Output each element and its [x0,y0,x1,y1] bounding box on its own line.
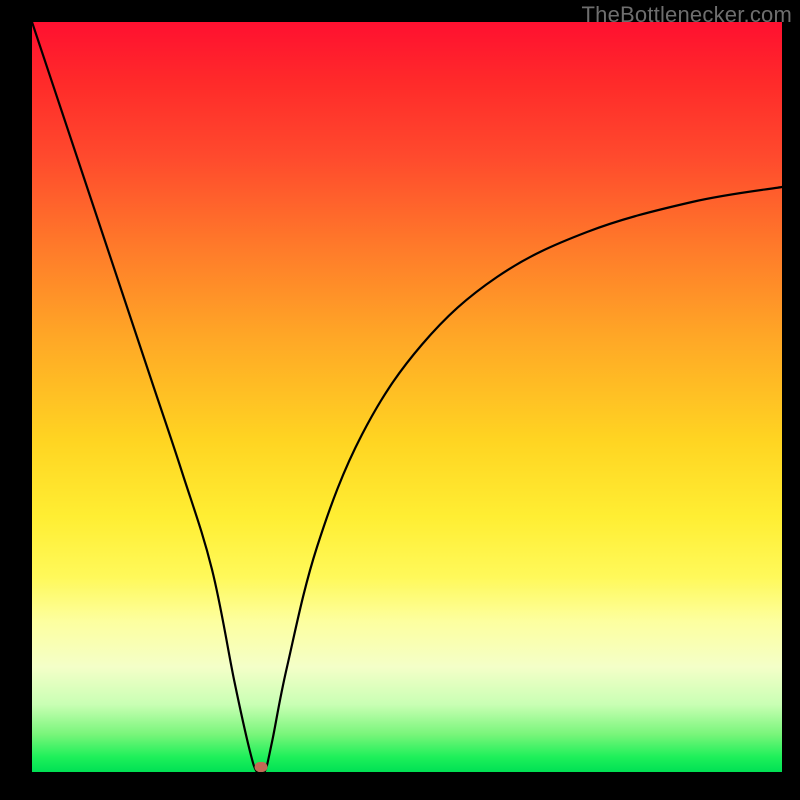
plot-area [32,22,782,772]
watermark-text: TheBottlenecker.com [582,2,792,28]
bottleneck-curve [32,22,782,772]
minimum-marker [254,762,267,772]
chart-stage: TheBottlenecker.com [0,0,800,800]
